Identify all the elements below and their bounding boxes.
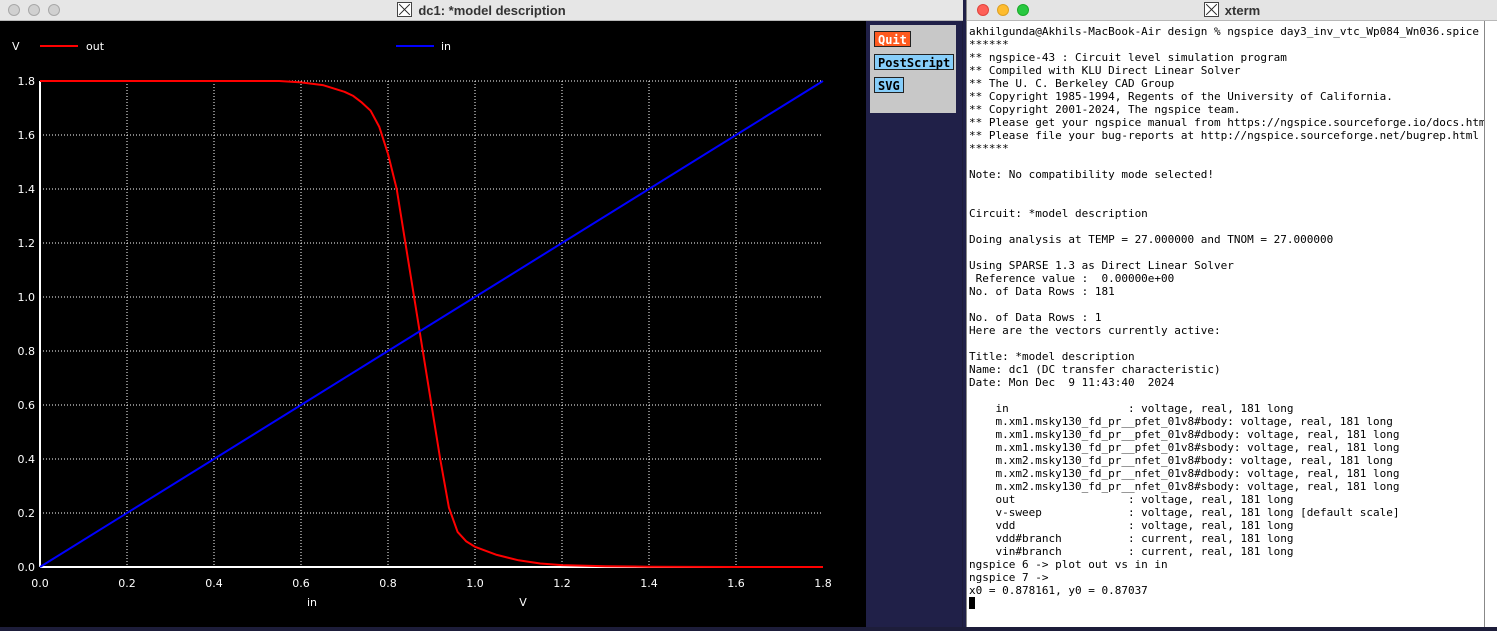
- xterm-titlebar[interactable]: xterm: [967, 0, 1497, 21]
- series-line-in: [39, 80, 824, 568]
- x-tick-label: 1.6: [727, 577, 745, 590]
- legend-label-out: out: [86, 40, 105, 53]
- x-tick-label: 1.4: [640, 577, 658, 590]
- xterm-title: xterm: [967, 2, 1497, 18]
- legend-label-in: in: [441, 40, 451, 53]
- y-tick-label: 0.2: [18, 507, 36, 520]
- terminal-line: out : voltage, real, 181 long: [969, 493, 1294, 506]
- quit-button[interactable]: Quit: [874, 31, 911, 47]
- x-tick-label: 0.8: [379, 577, 397, 590]
- terminal-cursor: [969, 597, 975, 609]
- y-tick-label: 1.6: [18, 129, 36, 142]
- y-tick-label: 1.2: [18, 237, 36, 250]
- terminal-line: No. of Data Rows : 1: [969, 311, 1102, 324]
- x-tick-label: 1.8: [814, 577, 832, 590]
- terminal-line: No. of Data Rows : 181: [969, 285, 1115, 298]
- terminal-line: ngspice 6 -> plot out vs in in: [969, 558, 1168, 571]
- terminal-line: ** The U. C. Berkeley CAD Group: [969, 77, 1175, 90]
- terminal-line: Name: dc1 (DC transfer characteristic): [969, 363, 1221, 376]
- y-tick-label: 0.6: [18, 399, 36, 412]
- terminal-line: akhilgunda@Akhils-MacBook-Air design % n…: [969, 25, 1479, 38]
- terminal-line: v-sweep : voltage, real, 181 long [defau…: [969, 506, 1400, 519]
- y-tick-label: 0.4: [18, 453, 36, 466]
- x-tick-label: 0.6: [292, 577, 310, 590]
- terminal-output[interactable]: akhilgunda@Akhils-MacBook-Air design % n…: [969, 25, 1493, 610]
- terminal-scrollbar[interactable]: [1484, 21, 1497, 627]
- plot-button-box: Quit PostScript SVG: [870, 25, 956, 113]
- y-tick-label: 1.0: [18, 291, 36, 304]
- terminal-line: ** Copyright 1985-1994, Regents of the U…: [969, 90, 1393, 103]
- plot-button-panel: Quit PostScript SVG: [866, 21, 962, 627]
- terminal-line: ******: [969, 38, 1009, 51]
- svg-button[interactable]: SVG: [874, 77, 904, 93]
- terminal-line: Using SPARSE 1.3 as Direct Linear Solver: [969, 259, 1234, 272]
- terminal-line: ** Copyright 2001-2024, The ngspice team…: [969, 103, 1241, 116]
- terminal-line: m.xm1.msky130_fd_pr__pfet_01v8#dbody: vo…: [969, 428, 1400, 441]
- terminal-line: Doing analysis at TEMP = 27.000000 and T…: [969, 233, 1334, 246]
- terminal-line: in : voltage, real, 181 long: [969, 402, 1294, 415]
- x11-icon: [397, 2, 413, 17]
- terminal-line: ** Please file your bug-reports at http:…: [969, 129, 1479, 142]
- y-tick-label: 0.8: [18, 345, 36, 358]
- x-axis-label: in: [307, 596, 317, 609]
- plot-area[interactable]: 0.0 0.2 0.4 0.6 0.8 1.0 1.2 1.4 1.6 1.8 0.0 0.2 0.4 0…: [0, 21, 866, 627]
- vtc-chart[interactable]: 0.0 0.2 0.4 0.6 0.8 1.0 1.2 1.4 1.6 1.8 0.0 0.2 0.4 0…: [0, 21, 866, 627]
- y-tick-label: 1.8: [18, 75, 36, 88]
- plot-window-titlebar[interactable]: dc1: *model description: [0, 0, 963, 21]
- terminal-line: ngspice 7 ->: [969, 571, 1049, 584]
- plot-window-title: dc1: *model description: [0, 2, 963, 18]
- terminal-line: Here are the vectors currently active:: [969, 324, 1221, 337]
- x-tick-label: 0.2: [118, 577, 136, 590]
- xterm-window: xterm akhilgunda@Akhils-MacBook-Air desi…: [966, 0, 1497, 627]
- postscript-button[interactable]: PostScript: [874, 54, 955, 70]
- terminal-line: vdd#branch : current, real, 181 long: [969, 532, 1294, 545]
- y-tick-label: 1.4: [18, 183, 36, 196]
- terminal-line: Note: No compatibility mode selected!: [969, 168, 1215, 181]
- terminal-line: Title: *model description: [969, 350, 1135, 363]
- x-tick-label: 1.2: [553, 577, 571, 590]
- x-axis-unit-label: V: [519, 596, 527, 609]
- terminal-line: Reference value : 0.00000e+00: [969, 272, 1175, 285]
- terminal-line: vin#branch : current, real, 181 long: [969, 545, 1294, 558]
- terminal-line: Circuit: *model description: [969, 207, 1148, 220]
- y-tick-label: 0.0: [18, 561, 36, 574]
- terminal-line: m.xm2.msky130_fd_pr__nfet_01v8#sbody: vo…: [969, 480, 1400, 493]
- plot-window: dc1: *model description 0.0 0.2 0.4 0.6 0.8 1…: [0, 0, 963, 627]
- x-tick-label: 0.4: [205, 577, 223, 590]
- terminal-line: m.xm1.msky130_fd_pr__pfet_01v8#sbody: vo…: [969, 441, 1400, 454]
- terminal-line: m.xm2.msky130_fd_pr__nfet_01v8#body: vol…: [969, 454, 1393, 467]
- terminal-line: Date: Mon Dec 9 11:43:40 2024: [969, 376, 1175, 389]
- terminal-line: ** ngspice-43 : Circuit level simulation…: [969, 51, 1287, 64]
- terminal-line: m.xm2.msky130_fd_pr__nfet_01v8#dbody: vo…: [969, 467, 1400, 480]
- terminal-line: ** Please get your ngspice manual from h…: [969, 116, 1493, 129]
- x11-icon: [1203, 2, 1219, 17]
- terminal-line: ** Compiled with KLU Direct Linear Solve…: [969, 64, 1241, 77]
- terminal-line: x0 = 0.878161, y0 = 0.87037: [969, 584, 1148, 597]
- terminal-cursor-line: [969, 597, 1483, 610]
- x-tick-label: 0.0: [31, 577, 49, 590]
- x-tick-label: 1.0: [466, 577, 484, 590]
- terminal-line: vdd : voltage, real, 181 long: [969, 519, 1294, 532]
- y-axis-label: V: [12, 40, 20, 53]
- terminal-line: ******: [969, 142, 1009, 155]
- terminal-line: m.xm1.msky130_fd_pr__pfet_01v8#body: vol…: [969, 415, 1393, 428]
